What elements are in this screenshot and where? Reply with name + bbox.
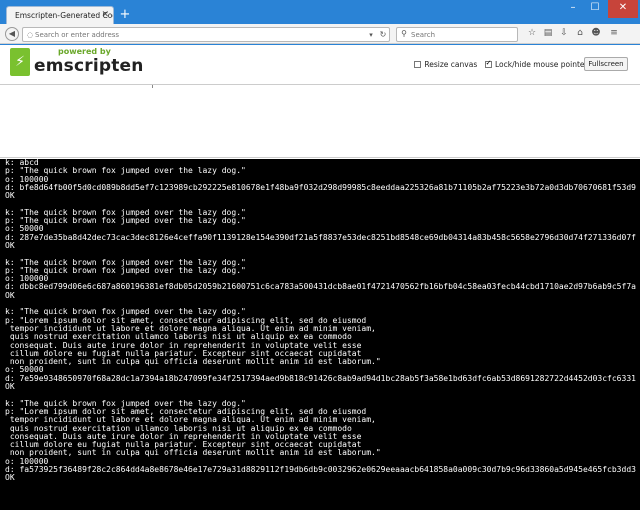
dropdown-icon[interactable]: ▾ (365, 30, 377, 40)
minimize-button[interactable]: – (562, 0, 584, 18)
back-icon[interactable]: ◀ (5, 27, 19, 41)
tab-close-icon[interactable]: ✕ (101, 10, 109, 20)
emscripten-logo: ⚡ powered by emscripten (10, 47, 143, 77)
fullscreen-button[interactable]: Fullscreen (584, 57, 628, 71)
canvas-divider (152, 85, 153, 88)
menu-icon[interactable]: ≡ (608, 28, 620, 38)
hello-icon[interactable]: ☻ (590, 28, 602, 38)
browser-window: Emscripten-Generated Code ✕ + – ☐ ✕ ◀ ◌ … (0, 0, 640, 510)
new-tab-button[interactable]: + (118, 8, 132, 22)
search-input[interactable] (411, 30, 511, 40)
url-input[interactable] (35, 30, 365, 40)
maximize-button[interactable]: ☐ (584, 0, 606, 18)
tab-strip: Emscripten-Generated Code ✕ + – ☐ ✕ (0, 0, 640, 24)
reload-icon[interactable]: ↻ (377, 30, 389, 40)
reading-list-icon[interactable]: ▤ (542, 28, 554, 38)
resize-canvas-label: Resize canvas (424, 60, 478, 69)
logo-powered-by: powered by (58, 47, 111, 56)
resize-canvas-checkbox[interactable] (414, 61, 421, 68)
search-bar[interactable]: ⚲ (396, 27, 518, 42)
tab-emscripten[interactable]: Emscripten-Generated Code ✕ (6, 6, 114, 24)
downloads-icon[interactable]: ⇩ (558, 28, 570, 38)
lightning-icon: ⚡ (10, 48, 30, 76)
star-icon[interactable]: ☆ (526, 28, 538, 38)
nav-toolbar: ◀ ◌ ▾ ↻ ⚲ ☆ ▤ ⇩ ⌂ ☻ ≡ (0, 24, 640, 44)
close-window-button[interactable]: ✕ (608, 0, 638, 18)
tab-title: Emscripten-Generated Code (15, 11, 114, 20)
emscripten-canvas[interactable] (0, 84, 640, 158)
page-content: ⚡ powered by emscripten Resize canvas Lo… (0, 45, 640, 510)
url-bar[interactable]: ◌ ▾ ↻ (22, 27, 390, 42)
console-output[interactable]: k: abcd p: "The quick brown fox jumped o… (0, 159, 640, 510)
home-icon[interactable]: ⌂ (574, 28, 586, 38)
search-icon: ⚲ (401, 29, 407, 38)
lock-mouse-label: Lock/hide mouse pointer (495, 60, 588, 69)
canvas-controls: Resize canvas Lock/hide mouse pointer (414, 59, 593, 72)
logo-name: emscripten (34, 56, 144, 76)
lock-mouse-checkbox[interactable] (484, 59, 492, 68)
